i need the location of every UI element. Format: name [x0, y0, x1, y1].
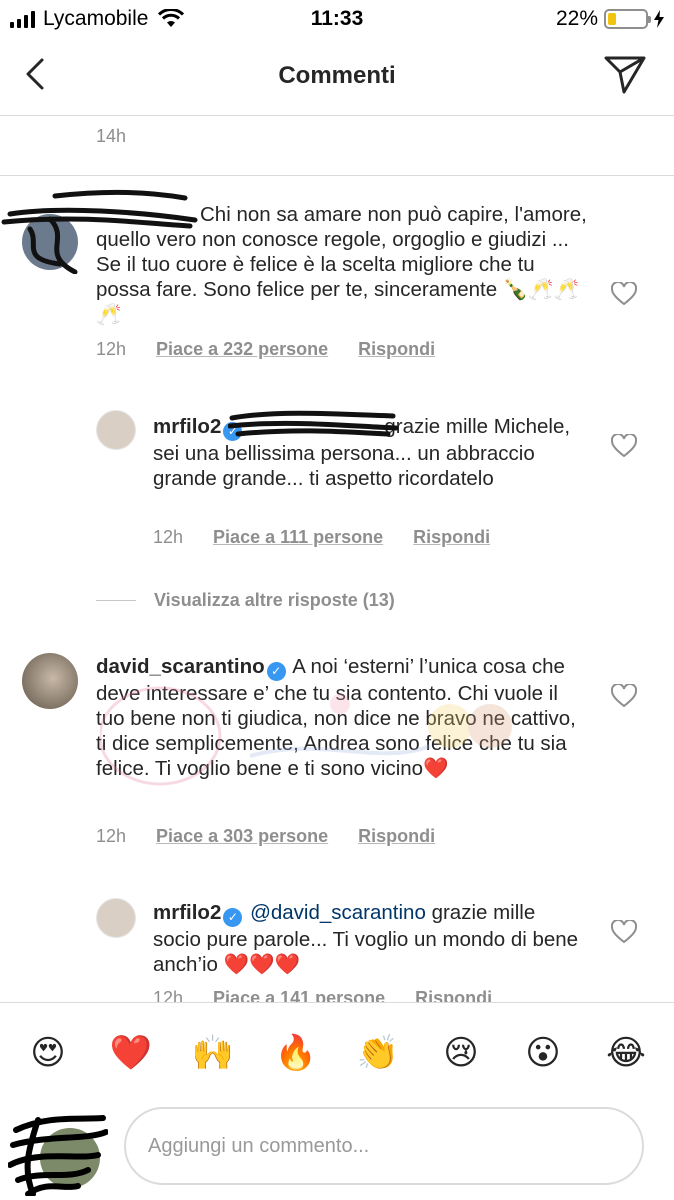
redaction-scribble — [228, 410, 398, 437]
comment-time: 12h — [153, 988, 184, 1002]
battery-icon — [604, 9, 651, 29]
tears-of-joy-emoji-icon[interactable]: 😂 — [604, 1031, 648, 1075]
surprised-face-emoji-icon[interactable]: 😮 — [521, 1031, 565, 1075]
paper-plane-icon[interactable] — [602, 52, 648, 96]
like-heart-icon[interactable] — [611, 282, 637, 306]
mention-link[interactable]: @david_scarantino — [250, 901, 426, 924]
clapping-hands-emoji-icon[interactable]: 👏 — [356, 1031, 400, 1075]
comment-username[interactable]: mrfilo2 — [153, 901, 221, 924]
avatar[interactable] — [96, 898, 136, 938]
likes-link[interactable]: Piace a 303 persone — [156, 826, 328, 847]
fire-emoji-icon[interactable]: 🔥 — [274, 1031, 318, 1075]
page-title: Commenti — [278, 62, 396, 89]
comment-composer — [0, 1102, 674, 1200]
comment-meta: 12h Piace a 232 persone Rispondi — [96, 339, 435, 360]
battery-percent: 22% — [555, 7, 598, 30]
heart-eyes-emoji-icon[interactable]: 😍 — [26, 1031, 70, 1075]
comment-meta: 12h Piace a 303 persone Rispondi — [96, 826, 435, 847]
quick-emoji-bar: 😍 ❤️ 🙌 🔥 👏 😢 😮 😂 — [0, 1002, 674, 1102]
reply-button[interactable]: Rispondi — [413, 527, 490, 548]
verified-badge-icon: ✓ — [266, 662, 286, 681]
verified-badge-icon: ✓ — [223, 908, 243, 927]
comment-item: david_scarantino ✓ A noi ‘esterni’ l’unic… — [0, 646, 674, 856]
view-more-replies[interactable]: Visualizza altre risposte (13) — [96, 590, 395, 611]
comment-text: Chi non sa amare non può capire, l'amore… — [96, 203, 587, 326]
comment-meta: 12h Piace a 141 persone Rispondi — [153, 988, 492, 1002]
own-avatar-redacted — [8, 1115, 108, 1196]
raised-hands-emoji-icon[interactable]: 🙌 — [191, 1031, 235, 1075]
like-heart-icon[interactable] — [611, 684, 637, 708]
comment-text: david_scarantino ✓ A noi ‘esterni’ l’unic… — [96, 654, 586, 781]
like-heart-icon[interactable] — [611, 920, 637, 944]
reply-item: mrfilo2 ✓ grazie mille Michele, sei una be… — [0, 396, 674, 576]
comment-time: 12h — [96, 826, 127, 846]
comment-item: Chi non sa amare non può capire, l'amore… — [0, 176, 674, 376]
likes-link[interactable]: Piace a 111 persone — [213, 527, 383, 548]
view-more-label: Visualizza altre risposte (13) — [154, 590, 395, 610]
comment-time: 12h — [153, 527, 184, 547]
reply-item: mrfilo2 ✓ @david_scarantino grazie mille … — [0, 896, 674, 1002]
comment-input[interactable] — [124, 1107, 644, 1185]
divider — [96, 600, 136, 601]
avatar[interactable] — [96, 410, 136, 450]
comment-username[interactable]: david_scarantino — [96, 655, 265, 678]
nav-bar: Commenti — [0, 38, 674, 116]
likes-link[interactable]: Piace a 232 persone — [156, 339, 328, 360]
reply-button[interactable]: Rispondi — [415, 988, 492, 1002]
reply-button[interactable]: Rispondi — [358, 339, 435, 360]
crying-face-emoji-icon[interactable]: 😢 — [439, 1031, 483, 1075]
charging-bolt-icon — [654, 10, 664, 28]
avatar[interactable] — [22, 653, 78, 709]
comment-text: mrfilo2 ✓ @david_scarantino grazie mille … — [153, 900, 583, 977]
comment-meta: 12h Piace a 111 persone Rispondi — [153, 527, 490, 548]
comment-time: 14h — [96, 126, 127, 146]
like-heart-icon[interactable] — [611, 434, 637, 458]
likes-link[interactable]: Piace a 141 persone — [213, 988, 385, 1002]
comment-username[interactable]: mrfilo2 — [153, 415, 221, 438]
comments-list[interactable]: 14h Chi non sa amare non può capire, l'a… — [0, 116, 674, 1002]
comment-time: 12h — [96, 339, 127, 359]
reply-button[interactable]: Rispondi — [358, 826, 435, 847]
red-heart-emoji-icon[interactable]: ❤️ — [109, 1031, 153, 1075]
status-bar: Lycamobile 11:33 22% — [0, 0, 674, 38]
